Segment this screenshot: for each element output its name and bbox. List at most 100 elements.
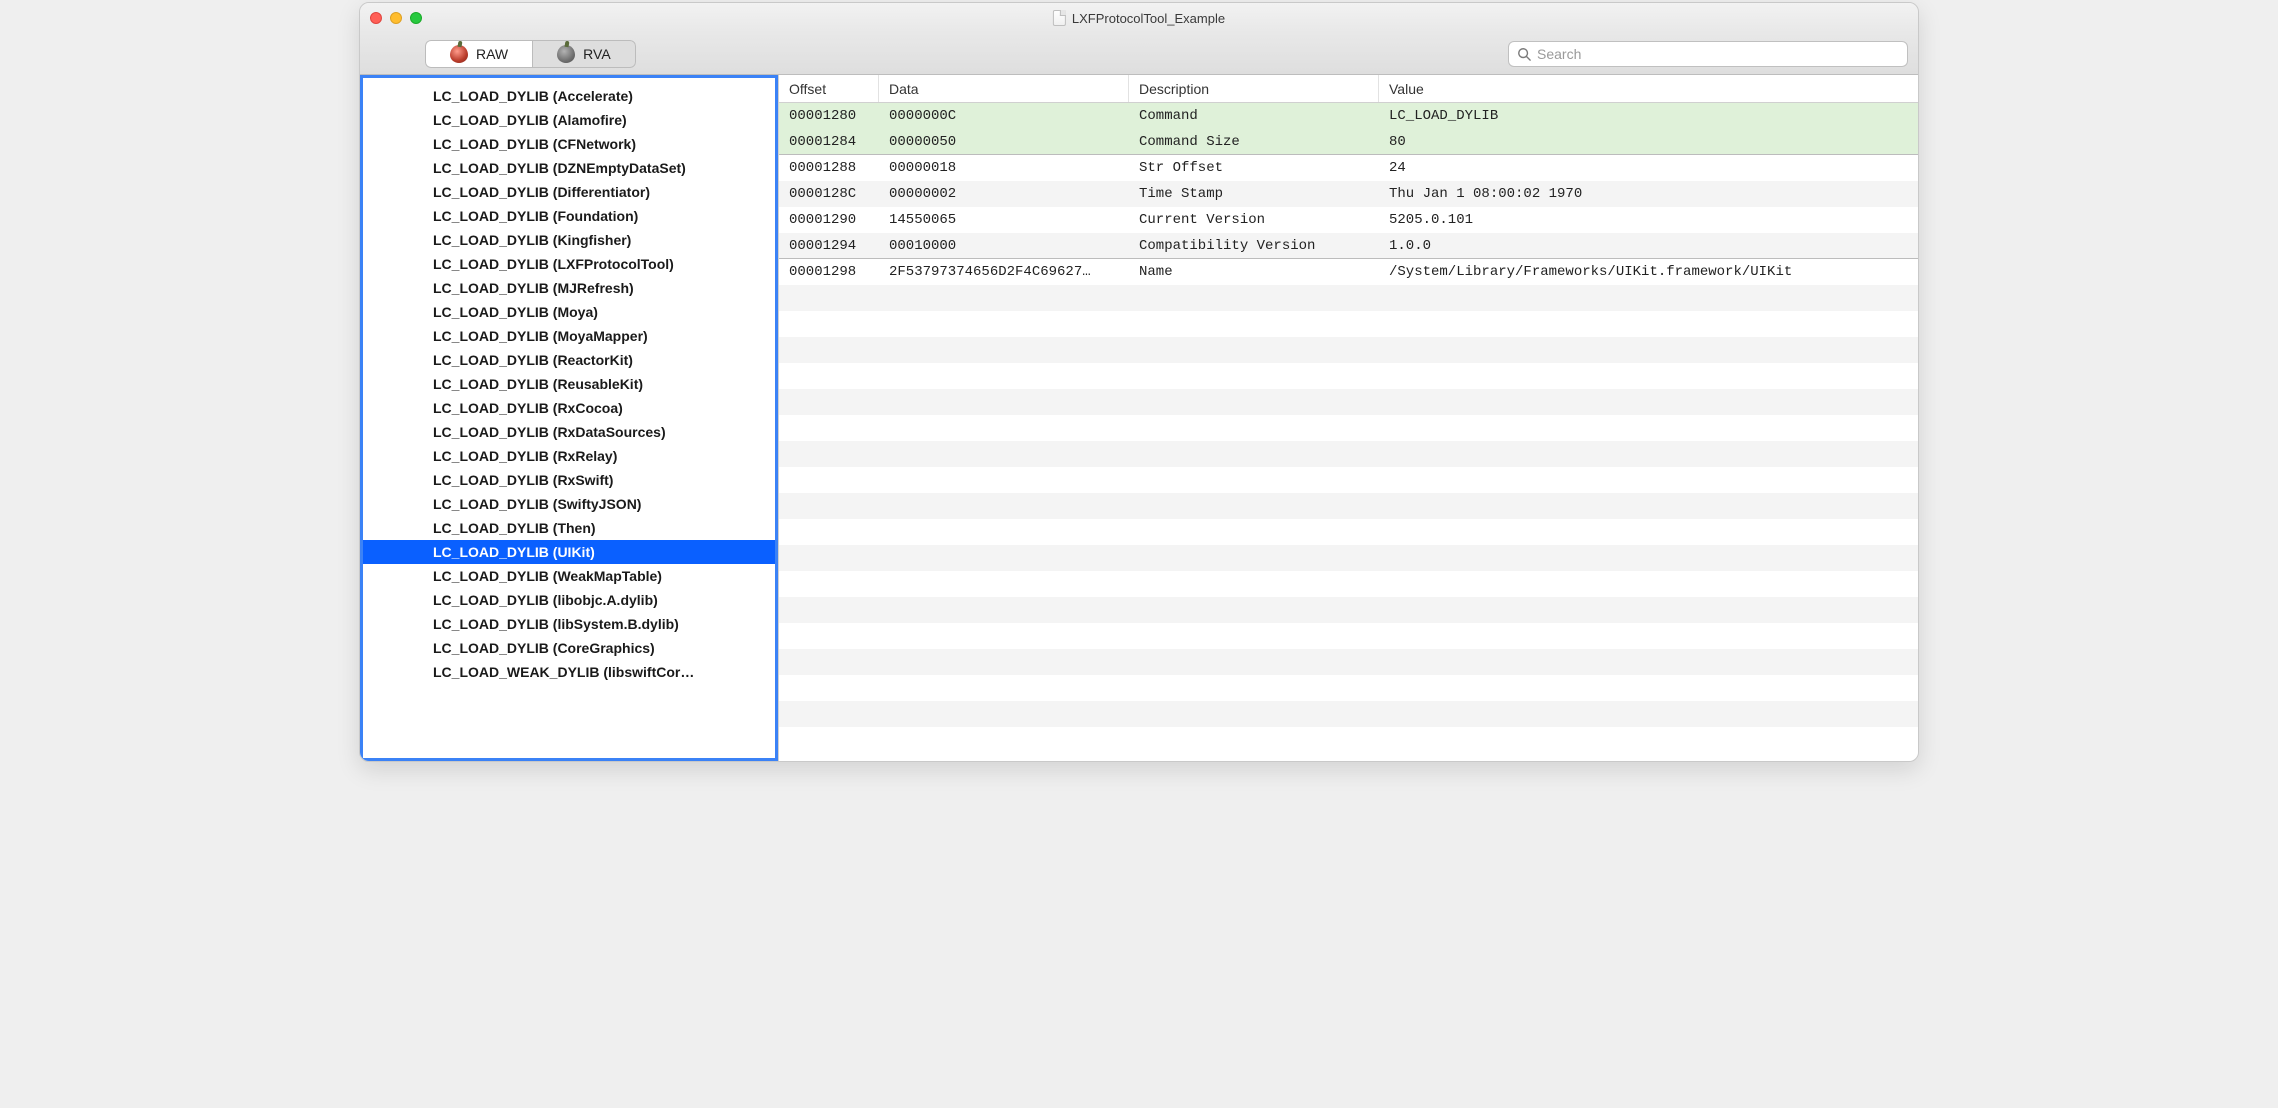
apple-red-icon (450, 45, 468, 63)
cell-value: 80 (1379, 134, 1918, 150)
cell-value: 5205.0.101 (1379, 212, 1918, 228)
search-icon (1517, 47, 1531, 61)
cell-offset: 00001290 (779, 212, 879, 228)
sidebar-item[interactable]: LC_LOAD_DYLIB (MJRefresh) (363, 276, 775, 300)
table-row-empty (779, 337, 1918, 363)
table-row-empty (779, 597, 1918, 623)
sidebar-item[interactable]: LC_LOAD_DYLIB (RxRelay) (363, 444, 775, 468)
apple-gray-icon (557, 45, 575, 63)
col-data[interactable]: Data (879, 75, 1129, 102)
table-row-empty (779, 285, 1918, 311)
close-window-button[interactable] (370, 12, 382, 24)
search-field[interactable] (1508, 41, 1908, 67)
sidebar-item[interactable]: LC_LOAD_DYLIB (Differentiator) (363, 180, 775, 204)
cell-value: /System/Library/Frameworks/UIKit.framewo… (1379, 264, 1918, 280)
tab-rva[interactable]: RVA (532, 40, 636, 68)
sidebar-item[interactable]: LC_LOAD_DYLIB (SwiftyJSON) (363, 492, 775, 516)
sidebar-item[interactable]: LC_LOAD_DYLIB (DZNEmptyDataSet) (363, 156, 775, 180)
cell-offset: 0000128C (779, 186, 879, 202)
document-icon (1053, 10, 1066, 26)
view-mode-segmented-control: RAW RVA (425, 40, 636, 68)
table-row-empty (779, 571, 1918, 597)
col-offset[interactable]: Offset (779, 75, 879, 102)
table-row[interactable]: 0000129400010000Compatibility Version1.0… (779, 233, 1918, 259)
table-row-empty (779, 649, 1918, 675)
table-row[interactable]: 0000128400000050Command Size80 (779, 129, 1918, 155)
sidebar-item[interactable]: LC_LOAD_DYLIB (UIKit) (363, 540, 775, 564)
sidebar-item[interactable]: LC_LOAD_DYLIB (Kingfisher) (363, 228, 775, 252)
table-row-empty (779, 415, 1918, 441)
sidebar-item[interactable]: LC_LOAD_DYLIB (RxDataSources) (363, 420, 775, 444)
sidebar-item[interactable]: LC_LOAD_DYLIB (RxSwift) (363, 468, 775, 492)
table-row-empty (779, 467, 1918, 493)
content-area: LC_LOAD_DYLIB (Accelerate)LC_LOAD_DYLIB … (360, 75, 1918, 761)
window-title: LXFProtocolTool_Example (1072, 11, 1225, 26)
window-title-wrap: LXFProtocolTool_Example (1053, 10, 1225, 26)
search-input[interactable] (1537, 46, 1899, 62)
table-row[interactable]: 0000128C00000002Time StampThu Jan 1 08:0… (779, 181, 1918, 207)
cell-value: 1.0.0 (1379, 238, 1918, 254)
sidebar-item[interactable]: LC_LOAD_DYLIB (CFNetwork) (363, 132, 775, 156)
tab-raw-label: RAW (476, 46, 508, 62)
traffic-lights (370, 12, 422, 24)
sidebar-item[interactable]: LC_LOAD_DYLIB (libobjc.A.dylib) (363, 588, 775, 612)
table-row-empty (779, 441, 1918, 467)
sidebar-item[interactable]: LC_LOAD_DYLIB (Then) (363, 516, 775, 540)
cell-data: 0000000C (879, 108, 1129, 124)
minimize-window-button[interactable] (390, 12, 402, 24)
cell-description: Command Size (1129, 134, 1379, 150)
table-header: Offset Data Description Value (779, 75, 1918, 103)
cell-offset: 00001298 (779, 264, 879, 280)
cell-description: Str Offset (1129, 160, 1379, 176)
sidebar-item[interactable]: LC_LOAD_DYLIB (Alamofire) (363, 108, 775, 132)
cell-description: Command (1129, 108, 1379, 124)
sidebar: LC_LOAD_DYLIB (Accelerate)LC_LOAD_DYLIB … (360, 75, 778, 761)
cell-data: 14550065 (879, 212, 1129, 228)
sidebar-item[interactable]: LC_LOAD_DYLIB (WeakMapTable) (363, 564, 775, 588)
table-row[interactable]: 0000128800000018Str Offset24 (779, 155, 1918, 181)
table-row-empty (779, 363, 1918, 389)
sidebar-item[interactable]: LC_LOAD_DYLIB (ReactorKit) (363, 348, 775, 372)
table-row-empty (779, 545, 1918, 571)
col-value[interactable]: Value (1379, 75, 1918, 102)
cell-description: Compatibility Version (1129, 238, 1379, 254)
sidebar-item[interactable]: LC_LOAD_DYLIB (Foundation) (363, 204, 775, 228)
cell-offset: 00001294 (779, 238, 879, 254)
sidebar-item[interactable]: LC_LOAD_DYLIB (CoreGraphics) (363, 636, 775, 660)
cell-data: 00000050 (879, 134, 1129, 150)
table-body[interactable]: 000012800000000CCommandLC_LOAD_DYLIB0000… (779, 103, 1918, 761)
table-row-empty (779, 389, 1918, 415)
sidebar-item[interactable]: LC_LOAD_DYLIB (Accelerate) (363, 84, 775, 108)
tab-rva-label: RVA (583, 46, 611, 62)
cell-description: Current Version (1129, 212, 1379, 228)
table-row[interactable]: 000012982F53797374656D2F4C69627…Name/Sys… (779, 259, 1918, 285)
sidebar-item[interactable]: LC_LOAD_DYLIB (RxCocoa) (363, 396, 775, 420)
cell-offset: 00001284 (779, 134, 879, 150)
tab-raw[interactable]: RAW (425, 40, 532, 68)
table-row-empty (779, 493, 1918, 519)
table-row-empty (779, 675, 1918, 701)
sidebar-item[interactable]: LC_LOAD_DYLIB (libSystem.B.dylib) (363, 612, 775, 636)
table-row[interactable]: 0000129014550065Current Version5205.0.10… (779, 207, 1918, 233)
sidebar-item[interactable]: LC_LOAD_DYLIB (MoyaMapper) (363, 324, 775, 348)
cell-value: LC_LOAD_DYLIB (1379, 108, 1918, 124)
sidebar-item[interactable]: LC_LOAD_WEAK_DYLIB (libswiftCor… (363, 660, 775, 684)
sidebar-item[interactable]: LC_LOAD_DYLIB (Moya) (363, 300, 775, 324)
col-description[interactable]: Description (1129, 75, 1379, 102)
sidebar-scroll[interactable]: LC_LOAD_DYLIB (Accelerate)LC_LOAD_DYLIB … (363, 78, 775, 758)
sidebar-item[interactable]: LC_LOAD_DYLIB (LXFProtocolTool) (363, 252, 775, 276)
table-row[interactable]: 000012800000000CCommandLC_LOAD_DYLIB (779, 103, 1918, 129)
table-row-empty (779, 519, 1918, 545)
cell-description: Name (1129, 264, 1379, 280)
titlebar: LXFProtocolTool_Example (360, 3, 1918, 33)
cell-data: 2F53797374656D2F4C69627… (879, 264, 1129, 280)
cell-value: Thu Jan 1 08:00:02 1970 (1379, 186, 1918, 202)
app-window: LXFProtocolTool_Example RAW RVA (359, 2, 1919, 762)
table-row-empty (779, 623, 1918, 649)
table-row-empty (779, 311, 1918, 337)
cell-data: 00000018 (879, 160, 1129, 176)
sidebar-item[interactable]: LC_LOAD_DYLIB (ReusableKit) (363, 372, 775, 396)
cell-description: Time Stamp (1129, 186, 1379, 202)
cell-data: 00000002 (879, 186, 1129, 202)
zoom-window-button[interactable] (410, 12, 422, 24)
